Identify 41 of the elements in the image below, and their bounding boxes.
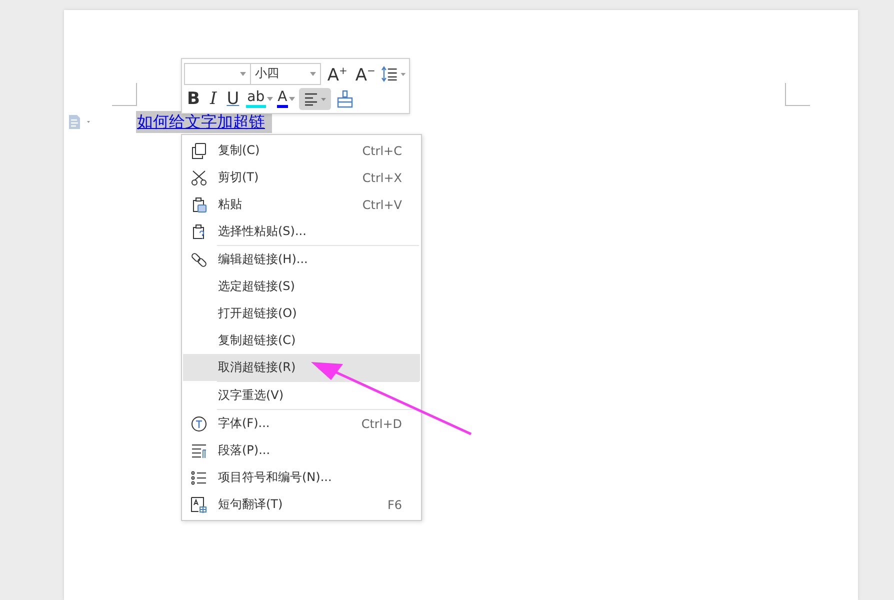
line-spacing-icon[interactable] [381, 66, 407, 82]
clipboard-question-icon [191, 224, 207, 240]
font-size-dropdown[interactable]: 小四 [250, 62, 322, 84]
menu-item[interactable]: 项目符号和编号(N)... [183, 464, 420, 491]
bulleted-list-icon [191, 470, 207, 486]
menu-item[interactable]: 短句翻译(T) F6 [183, 491, 420, 518]
caret-icon [289, 96, 296, 100]
menu-item[interactable]: 粘贴 Ctrl+V [183, 191, 420, 218]
clipboard-icon [191, 196, 207, 212]
menu-item[interactable]: 汉字重选(V) [183, 382, 420, 409]
caret-icon [266, 96, 273, 100]
menu-item[interactable]: 取消超链接(R) [183, 354, 420, 381]
highlight-button[interactable]: ab [246, 89, 266, 108]
menu-item[interactable]: 剪切(T) Ctrl+X [183, 164, 420, 191]
menu-item[interactable]: 选择性粘贴(S)... [183, 218, 420, 245]
link-icon [191, 252, 207, 268]
caret-icon [240, 72, 246, 76]
scissors-icon [191, 170, 207, 186]
bold-button[interactable]: B [184, 88, 203, 108]
align-left-button[interactable] [299, 88, 332, 110]
menu-item[interactable]: 段落(P)... [183, 437, 420, 464]
shrink-font-button[interactable]: A$^{−}$ [353, 62, 378, 86]
translate-icon [191, 496, 207, 512]
menu-item[interactable]: 字体(F)... Ctrl+D [183, 410, 420, 437]
font-color-button[interactable]: A [276, 89, 288, 108]
paragraph-icon [191, 442, 207, 458]
menu-item[interactable]: 打开超链接(O) [183, 300, 420, 327]
menu-item[interactable]: 编辑超链接(H)... [183, 246, 420, 273]
copy-icon [191, 142, 207, 158]
format-painter-icon[interactable] [335, 88, 356, 108]
menu-item[interactable]: 复制(C) Ctrl+C [183, 137, 420, 164]
crop-mark [785, 83, 810, 106]
grow-font-button[interactable]: A$^{+}$ [325, 62, 350, 86]
crop-mark [112, 83, 137, 106]
caret-icon [310, 72, 316, 76]
menu-item[interactable]: 复制超链接(C) [183, 327, 420, 354]
font-t-icon [191, 416, 207, 432]
italic-button[interactable]: I [206, 88, 220, 108]
underline-button[interactable]: U [224, 88, 242, 108]
menu-item[interactable]: 选定超链接(S) [183, 273, 420, 300]
hyperlink-text[interactable]: 如何给文字加超链 [136, 111, 272, 133]
